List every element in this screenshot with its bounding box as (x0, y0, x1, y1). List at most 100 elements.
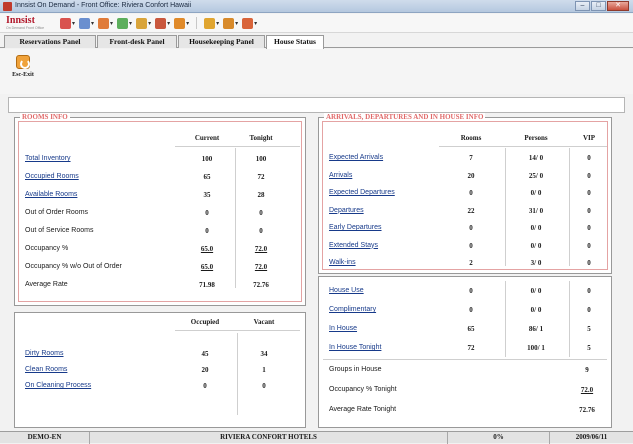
table-row[interactable]: Departures 22 31/ 0 0 (319, 206, 611, 216)
row-label[interactable]: Expected Arrivals (329, 153, 383, 163)
dropdown-arrow-icon[interactable]: ▾ (110, 20, 113, 27)
lock-button[interactable]: ▾ (204, 17, 219, 29)
innsist-logo: Innsist On Demand Front Office (6, 15, 45, 31)
config-icon (174, 17, 186, 29)
close-button[interactable]: ✕ (607, 1, 629, 11)
rooms-value: 7 (469, 154, 473, 162)
row-label[interactable]: In House (329, 324, 357, 334)
dropdown-arrow-icon[interactable]: ▾ (72, 20, 75, 27)
dropdown-arrow-icon[interactable]: ▾ (129, 20, 132, 27)
table-row[interactable]: Occupied Rooms 65 72 (15, 172, 305, 182)
vip-value: 0 (587, 171, 591, 180)
occupied-value: 0 (203, 382, 207, 390)
dropdown-arrow-icon[interactable]: ▾ (186, 20, 189, 27)
table-row[interactable]: Clean Rooms 20 1 (15, 365, 305, 375)
tab-house-status[interactable]: House Status (266, 35, 324, 49)
table-row[interactable]: Total Inventory 100 100 (15, 154, 305, 164)
table-row[interactable]: Dirty Rooms 45 34 (15, 349, 305, 359)
tab-front-desk-panel[interactable]: Front-desk Panel (97, 35, 177, 48)
table-row[interactable]: Complimentary 0 0/ 0 0 (319, 305, 611, 315)
vip-value: 0 (587, 154, 591, 162)
table-row[interactable]: Walk-ins 2 3/ 0 0 (319, 258, 611, 268)
row-label: Occupancy % (25, 245, 69, 252)
row-label[interactable]: On Cleaning Process (25, 381, 91, 391)
col-rooms: Rooms (460, 134, 482, 142)
table-row: Occupancy % w/o Out of Order 65.0 72.0 (15, 262, 305, 272)
row-label[interactable]: Early Departures (329, 223, 382, 233)
tonight-value: 72.76 (253, 281, 269, 289)
vacant-value: 0 (262, 382, 266, 390)
table-row[interactable]: Arrivals 20 25/ 0 0 (319, 171, 611, 181)
tonight-value: 72 (257, 173, 265, 181)
rooms-value: 0 (469, 189, 473, 197)
row-label: Out of Order Rooms (25, 209, 89, 216)
summary-label: Groups in House (329, 366, 382, 373)
rooms-button[interactable]: ▾ (98, 17, 113, 29)
vip-value: 5 (587, 325, 591, 333)
vip-value: 0 (587, 287, 591, 295)
current-value: 65 (203, 173, 211, 181)
row-label[interactable]: Departures (329, 206, 364, 216)
dropdown-arrow-icon[interactable]: ▾ (254, 20, 257, 27)
table-row[interactable]: House Use 0 0/ 0 0 (319, 286, 611, 296)
minimize-button[interactable]: – (575, 1, 590, 11)
reservations-button[interactable]: ▾ (60, 17, 75, 29)
table-row[interactable]: Early Departures 0 0/ 0 0 (319, 223, 611, 233)
summary-row: Average Rate Tonight 72.76 (319, 405, 611, 415)
row-label[interactable]: Available Rooms (25, 190, 77, 200)
dropdown-arrow-icon[interactable]: ▾ (216, 20, 219, 27)
reports-button[interactable]: ▾ (155, 17, 170, 29)
row-label[interactable]: Walk-ins (329, 258, 356, 268)
night-audit-button[interactable]: ▾ (136, 17, 151, 29)
row-label[interactable]: Dirty Rooms (25, 349, 64, 359)
persons-value: 3/ 0 (530, 259, 542, 267)
guests-button[interactable]: ▾ (79, 17, 94, 29)
row-label[interactable]: House Use (329, 286, 364, 296)
dropdown-arrow-icon[interactable]: ▾ (235, 20, 238, 27)
table-row[interactable]: Extended Stays 0 0/ 0 0 (319, 241, 611, 251)
row-label[interactable]: Occupied Rooms (25, 172, 79, 182)
row-label[interactable]: Extended Stays (329, 241, 378, 251)
row-label[interactable]: Arrivals (329, 171, 352, 181)
summary-row: Groups in House 9 (319, 365, 611, 375)
col-occupied: Occupied (190, 318, 220, 326)
dropdown-arrow-icon[interactable]: ▾ (91, 20, 94, 27)
dropdown-arrow-icon[interactable]: ▾ (167, 20, 170, 27)
table-row[interactable]: Expected Arrivals 7 14/ 0 0 (319, 153, 611, 163)
summary-label: Occupancy % Tonight (329, 386, 397, 393)
maximize-button[interactable]: □ (591, 1, 606, 11)
row-label: Average Rate (25, 281, 68, 288)
summary-value: 72.0 (580, 386, 594, 394)
col-current: Current (194, 134, 220, 142)
cashier-button[interactable]: ▾ (117, 17, 132, 29)
esc-exit-label: Esc-Exit (12, 72, 34, 78)
row-label[interactable]: In House Tonight (329, 343, 381, 353)
exit-icon (16, 55, 30, 69)
tab-reservations-panel[interactable]: Reservations Panel (4, 35, 96, 48)
esc-exit-button[interactable]: Esc-Exit (8, 53, 38, 87)
filter-bar (8, 97, 625, 113)
header-divider (439, 146, 607, 147)
row-label[interactable]: Expected Departures (329, 188, 395, 198)
config-button[interactable]: ▾ (174, 17, 189, 29)
row-label[interactable]: Total Inventory (25, 154, 71, 164)
summary-row: Occupancy % Tonight 72.0 (319, 385, 611, 395)
table-row[interactable]: On Cleaning Process 0 0 (15, 381, 305, 391)
col-tonight: Tonight (249, 134, 273, 142)
dropdown-arrow-icon[interactable]: ▾ (148, 20, 151, 27)
help-button[interactable]: ▾ (223, 17, 238, 29)
table-row[interactable]: Available Rooms 35 28 (15, 190, 305, 200)
table-row[interactable]: In House Tonight 72 100/ 1 5 (319, 343, 611, 353)
vip-value: 0 (587, 241, 591, 250)
row-label[interactable]: Complimentary (329, 305, 376, 315)
persons-value: 86/ 1 (528, 325, 544, 333)
row-label[interactable]: Clean Rooms (25, 365, 67, 375)
title-bar: Innsist On Demand - Front Office: Rivier… (0, 0, 633, 13)
table-row[interactable]: Expected Departures 0 0/ 0 0 (319, 188, 611, 198)
tools-button[interactable]: ▾ (242, 17, 257, 29)
col-persons: Persons (524, 134, 548, 142)
persons-value: 31/ 0 (528, 206, 544, 215)
tab-housekeeping-panel[interactable]: Housekeeping Panel (178, 35, 265, 48)
rooms-icon (98, 17, 110, 29)
table-row[interactable]: In House 65 86/ 1 5 (319, 324, 611, 334)
